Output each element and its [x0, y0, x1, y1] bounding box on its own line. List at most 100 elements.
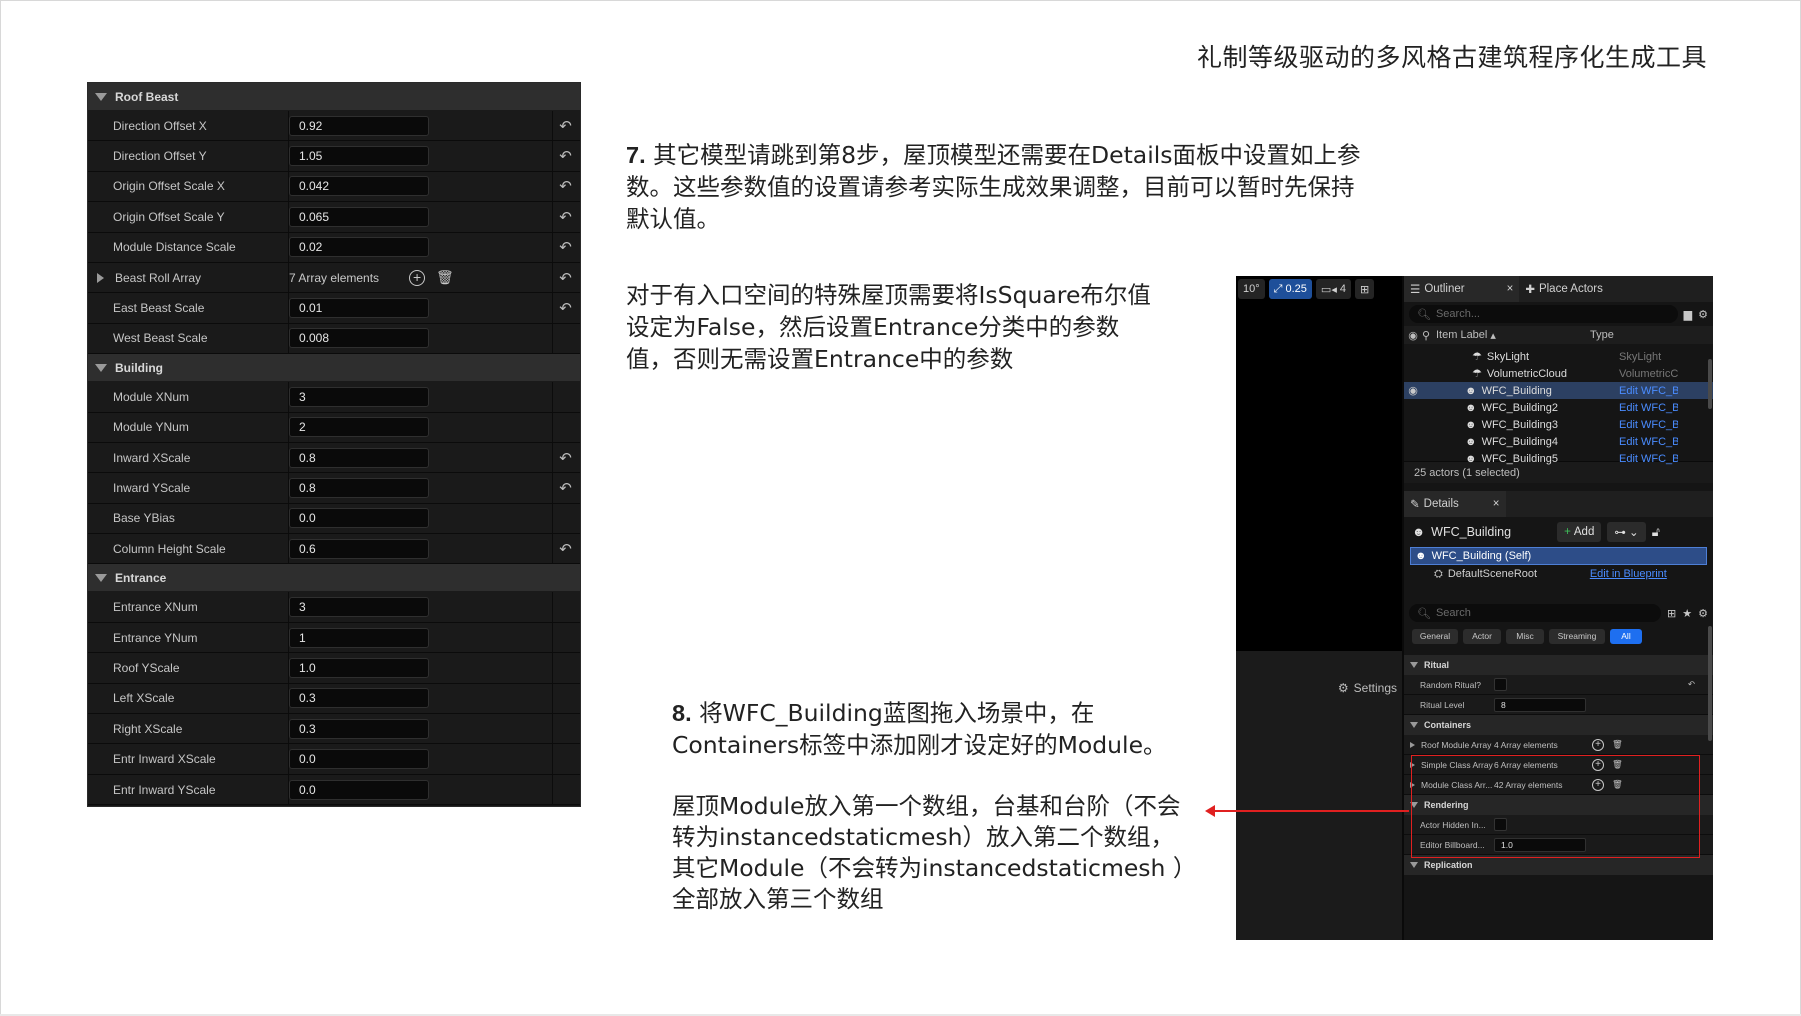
property-value-input[interactable]: 0.6: [289, 538, 429, 559]
blueprint-options-button[interactable]: ⊶ ⌄: [1607, 522, 1646, 542]
expand-triangle-icon[interactable]: [1410, 741, 1415, 748]
property-value-input[interactable]: 0.0: [289, 779, 429, 800]
visibility-icon[interactable]: ◉: [1404, 384, 1422, 397]
reset-icon[interactable]: ↶: [552, 442, 578, 473]
property-value-input[interactable]: 0.01: [289, 298, 429, 319]
property-value-input[interactable]: 0.042: [289, 176, 429, 197]
outliner-search-input[interactable]: 🔍︎ Search...: [1409, 305, 1678, 323]
details-section-header[interactable]: Containers: [1404, 715, 1713, 735]
outliner-row[interactable]: ☻ WFC_Building5 Edit WFC_Bu: [1404, 450, 1713, 467]
viewport[interactable]: 10° ⤢ 0.25 ▭◂ 4 ⊞: [1236, 276, 1402, 651]
layout-icon[interactable]: ⊞: [1355, 279, 1375, 299]
property-value-input[interactable]: 0.3: [289, 718, 429, 739]
reset-icon[interactable]: ↶: [552, 293, 578, 323]
reset-icon[interactable]: ↶: [552, 262, 578, 293]
reset-icon[interactable]: ↶: [552, 141, 578, 171]
collapse-triangle-icon[interactable]: [1410, 662, 1418, 668]
property-value-input[interactable]: 0.065: [289, 206, 429, 227]
edit-blueprint-link[interactable]: Edit WFC_Bu: [1614, 436, 1678, 448]
section-header[interactable]: Roof Beast: [88, 83, 580, 111]
collapse-triangle-icon[interactable]: [1410, 862, 1418, 868]
details-section-header[interactable]: Replication: [1404, 855, 1713, 875]
category-filter-streaming[interactable]: Streaming: [1549, 628, 1605, 644]
reset-icon[interactable]: ↶: [552, 111, 578, 141]
edit-in-blueprint-link[interactable]: Edit in Blueprint: [1590, 568, 1667, 580]
outliner-row[interactable]: ◉ ☻ WFC_Building Edit WFC_Bu: [1404, 382, 1713, 399]
property-value-input[interactable]: 0.3: [289, 688, 429, 709]
scale-snap-chip[interactable]: ⤢ 0.25: [1268, 279, 1312, 299]
checkbox[interactable]: [1494, 678, 1507, 691]
pin-icon[interactable]: ⚲: [1422, 329, 1436, 342]
property-value-input[interactable]: 3: [289, 386, 429, 407]
property-value-input[interactable]: 0.92: [289, 115, 429, 136]
collapse-triangle-icon[interactable]: [1410, 722, 1418, 728]
add-element-icon[interactable]: +: [1592, 738, 1604, 751]
folder-icon[interactable]: ▆: [1684, 308, 1692, 321]
edit-blueprint-link[interactable]: Edit WFC_Bu: [1614, 385, 1678, 397]
edit-blueprint-link[interactable]: Edit WFC_Bu: [1614, 419, 1678, 431]
reset-icon[interactable]: ↶: [552, 202, 578, 232]
property-value-input[interactable]: 0.0: [289, 749, 429, 770]
close-icon[interactable]: ×: [1507, 283, 1514, 295]
section-header[interactable]: Building: [88, 354, 580, 383]
settings-icon[interactable]: ⚙: [1698, 308, 1708, 321]
outliner-row[interactable]: ☻ WFC_Building3 Edit WFC_Bu: [1404, 416, 1713, 433]
outliner-scrollbar[interactable]: [1708, 359, 1712, 409]
reset-icon[interactable]: ↶: [552, 534, 578, 564]
collapse-triangle-icon[interactable]: [95, 92, 107, 101]
tab-details[interactable]: ✎ Details ×: [1404, 491, 1506, 517]
star-icon[interactable]: ★: [1682, 607, 1692, 620]
category-filter-misc[interactable]: Misc: [1506, 628, 1544, 644]
property-value-input[interactable]: 1: [289, 627, 429, 648]
property-value-input[interactable]: 0.8: [289, 447, 429, 468]
details-section-header[interactable]: Ritual: [1404, 655, 1713, 675]
close-icon[interactable]: ×: [1493, 498, 1500, 510]
outliner-row[interactable]: ☂ SkyLight SkyLight: [1404, 348, 1713, 365]
settings-button[interactable]: ⚙ Settings: [1338, 681, 1397, 695]
section-header[interactable]: Entrance: [88, 564, 580, 593]
tab-outliner[interactable]: ☰ Outliner ×: [1404, 276, 1520, 302]
trash-icon[interactable]: 🗑︎: [1612, 739, 1623, 750]
outliner-row[interactable]: ☂ VolumetricCloud VolumetricCl: [1404, 365, 1713, 382]
table-icon[interactable]: ⊞: [1667, 607, 1676, 620]
property-value-input[interactable]: 1.0: [289, 657, 429, 678]
details-scrollbar[interactable]: [1708, 626, 1712, 741]
reset-icon[interactable]: ↶: [1688, 679, 1695, 690]
reset-icon[interactable]: ↶: [552, 232, 578, 262]
property-value-input[interactable]: 3: [289, 597, 429, 618]
outliner-row[interactable]: ☻ WFC_Building2 Edit WFC_Bu: [1404, 399, 1713, 416]
edit-blueprint-link[interactable]: Edit WFC_Bu: [1614, 402, 1678, 414]
camera-speed-chip[interactable]: ▭◂ 4: [1315, 279, 1352, 299]
outliner-row[interactable]: ☻ WFC_Building4 Edit WFC_Bu: [1404, 433, 1713, 450]
property-value-input[interactable]: 0.8: [289, 477, 429, 498]
reset-icon[interactable]: ↶: [552, 171, 578, 202]
property-value-input[interactable]: 0.008: [289, 328, 429, 349]
reset-icon[interactable]: ↶: [552, 473, 578, 503]
category-filter-all[interactable]: All: [1610, 628, 1642, 644]
property-value-input[interactable]: 0.02: [289, 237, 429, 258]
section-title: Entrance: [115, 570, 167, 585]
category-filter-actor[interactable]: Actor: [1463, 628, 1501, 644]
collapse-triangle-icon[interactable]: [95, 573, 107, 582]
trash-icon[interactable]: 🗑︎: [436, 269, 454, 286]
tab-place-actors[interactable]: ✚ Place Actors: [1519, 276, 1609, 302]
expand-triangle-icon[interactable]: [97, 272, 104, 283]
settings-icon[interactable]: ⚙: [1698, 607, 1708, 620]
add-element-icon[interactable]: +: [409, 269, 426, 286]
property-value-input[interactable]: 1.05: [289, 146, 429, 167]
property-value-input[interactable]: 2: [289, 417, 429, 438]
component-self[interactable]: ☻ WFC_Building (Self): [1410, 547, 1707, 565]
lock-icon[interactable]: 🔓︎: [1652, 525, 1660, 540]
add-component-button[interactable]: + Add: [1557, 522, 1602, 542]
visibility-icon[interactable]: ◉: [1404, 329, 1422, 342]
type-header[interactable]: Type: [1590, 329, 1614, 341]
category-filter-general[interactable]: General: [1412, 628, 1458, 644]
rotation-snap-chip[interactable]: 10°: [1238, 279, 1265, 299]
details-value-input[interactable]: 8: [1494, 697, 1586, 712]
details-search-input[interactable]: 🔍︎ Search: [1409, 604, 1662, 622]
item-label-header[interactable]: Item Label ▴: [1436, 329, 1590, 342]
property-value-input[interactable]: 0.0: [289, 508, 429, 529]
collapse-triangle-icon[interactable]: [95, 363, 107, 372]
component-root[interactable]: ⛭ DefaultSceneRoot Edit in Blueprint: [1404, 565, 1713, 583]
edit-blueprint-link[interactable]: Edit WFC_Bu: [1614, 453, 1678, 465]
